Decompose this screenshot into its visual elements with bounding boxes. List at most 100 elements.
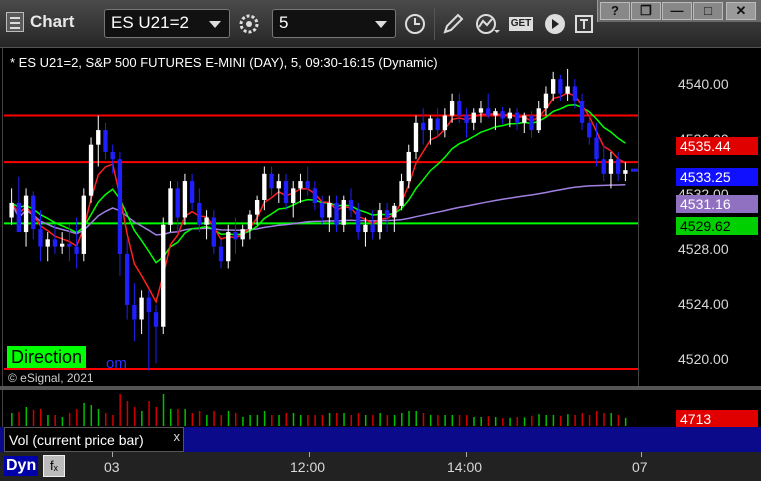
volume-bar [299, 415, 302, 426]
candle-body [341, 200, 346, 225]
close-icon[interactable]: x [174, 429, 181, 444]
volume-chart[interactable] [4, 390, 676, 426]
text-tool-button[interactable] [570, 10, 600, 38]
overlay-text: om [106, 355, 127, 372]
vwap-price-label: 4531.16 [676, 195, 758, 213]
candle-body [471, 112, 476, 123]
vwap-line [10, 184, 626, 236]
time-template-button[interactable] [400, 10, 430, 38]
volume-bar [321, 415, 324, 426]
volume-bar [559, 415, 562, 426]
candle-body [587, 122, 592, 138]
close-button[interactable]: ✕ [726, 2, 756, 20]
gear-icon [239, 14, 259, 34]
candle-body [486, 108, 491, 116]
volume-study-legend[interactable]: Vol (current price bar) x [4, 427, 184, 452]
volume-bar [141, 411, 143, 426]
volume-chart-canvas [11, 394, 627, 426]
time-tick-mark [309, 452, 310, 457]
volume-bar [162, 394, 165, 426]
candle-body [175, 188, 180, 218]
candle-body [623, 170, 628, 174]
candle-body [608, 159, 614, 174]
symbol-value: ES U21=2 [111, 13, 189, 32]
candle-body [356, 210, 361, 233]
price-chart[interactable] [4, 50, 639, 385]
candle-body [124, 253, 130, 305]
volume-bar [177, 409, 179, 426]
candle-body [52, 239, 58, 247]
volume-bar [112, 415, 114, 426]
candle-body [16, 202, 21, 233]
dynamic-mode-label[interactable]: Dyn [4, 456, 39, 476]
draw-tool-button[interactable] [438, 10, 468, 38]
candle-body [543, 93, 549, 109]
volume-bar [364, 415, 367, 426]
volume-bar [372, 415, 374, 426]
volume-bar [552, 415, 555, 426]
volume-bar [494, 417, 497, 426]
time-tick-mark [112, 452, 113, 457]
candle-body [269, 173, 274, 189]
interval-input[interactable]: 5 [272, 9, 396, 38]
candle-body [370, 224, 375, 233]
candle-body [493, 111, 498, 116]
volume-bar [588, 415, 591, 426]
candle-body [507, 112, 513, 119]
study-icon [476, 14, 500, 34]
volume-bar [25, 407, 28, 426]
volume-bar [343, 413, 345, 426]
volume-bar [393, 415, 396, 426]
volume-bar [451, 415, 454, 426]
chart-left-border [2, 48, 3, 451]
candle-body [161, 224, 166, 327]
candle-body [96, 130, 101, 145]
ema-slow-price-label: 4529.62 [676, 217, 758, 235]
play-icon [545, 14, 565, 34]
candle-body [421, 122, 426, 131]
get-data-button[interactable]: GET [506, 10, 536, 38]
copyright-text: © eSignal, 2021 [8, 371, 94, 385]
volume-bar [603, 413, 605, 426]
time-tick: 14:00 [447, 459, 483, 475]
candle-body [226, 232, 231, 262]
candle-body [601, 159, 606, 174]
chart-window-icon [6, 12, 24, 32]
candle-body [616, 159, 621, 174]
candle-body [262, 173, 267, 201]
candle-body [464, 115, 469, 123]
formula-icon[interactable]: fₓ [43, 455, 65, 477]
candle-body [110, 151, 115, 160]
candle-body [514, 112, 520, 123]
maximize-button[interactable]: □ [693, 2, 723, 20]
time-tick: 03 [104, 459, 120, 475]
volume-bar [39, 409, 42, 426]
volume-bar [574, 415, 576, 426]
minimize-button[interactable]: — [662, 2, 692, 20]
play-button[interactable] [540, 10, 570, 38]
restore-button[interactable]: ❐ [631, 2, 661, 20]
volume-bar [104, 413, 107, 426]
symbol-input[interactable]: ES U21=2 [104, 9, 230, 38]
help-button[interactable]: ? [600, 2, 630, 20]
volume-bar [328, 413, 331, 426]
studies-button[interactable] [472, 10, 502, 38]
candle-body [291, 188, 296, 203]
volume-bar [516, 417, 519, 426]
candle-body [457, 100, 462, 116]
clock-icon [405, 14, 425, 34]
candle-body [233, 232, 238, 240]
candle-body [247, 214, 253, 230]
volume-bar [487, 416, 490, 426]
chevron-down-icon[interactable] [209, 21, 221, 28]
link-settings-button[interactable] [234, 10, 264, 38]
volume-bar [213, 411, 215, 426]
volume-bar [32, 409, 35, 426]
candle-body [500, 111, 505, 119]
volume-bar [350, 415, 352, 426]
candle-body [59, 243, 65, 247]
volume-bar [292, 413, 295, 426]
volume-bar [502, 418, 504, 426]
volume-bar [76, 409, 78, 426]
chevron-down-icon[interactable] [375, 21, 387, 28]
